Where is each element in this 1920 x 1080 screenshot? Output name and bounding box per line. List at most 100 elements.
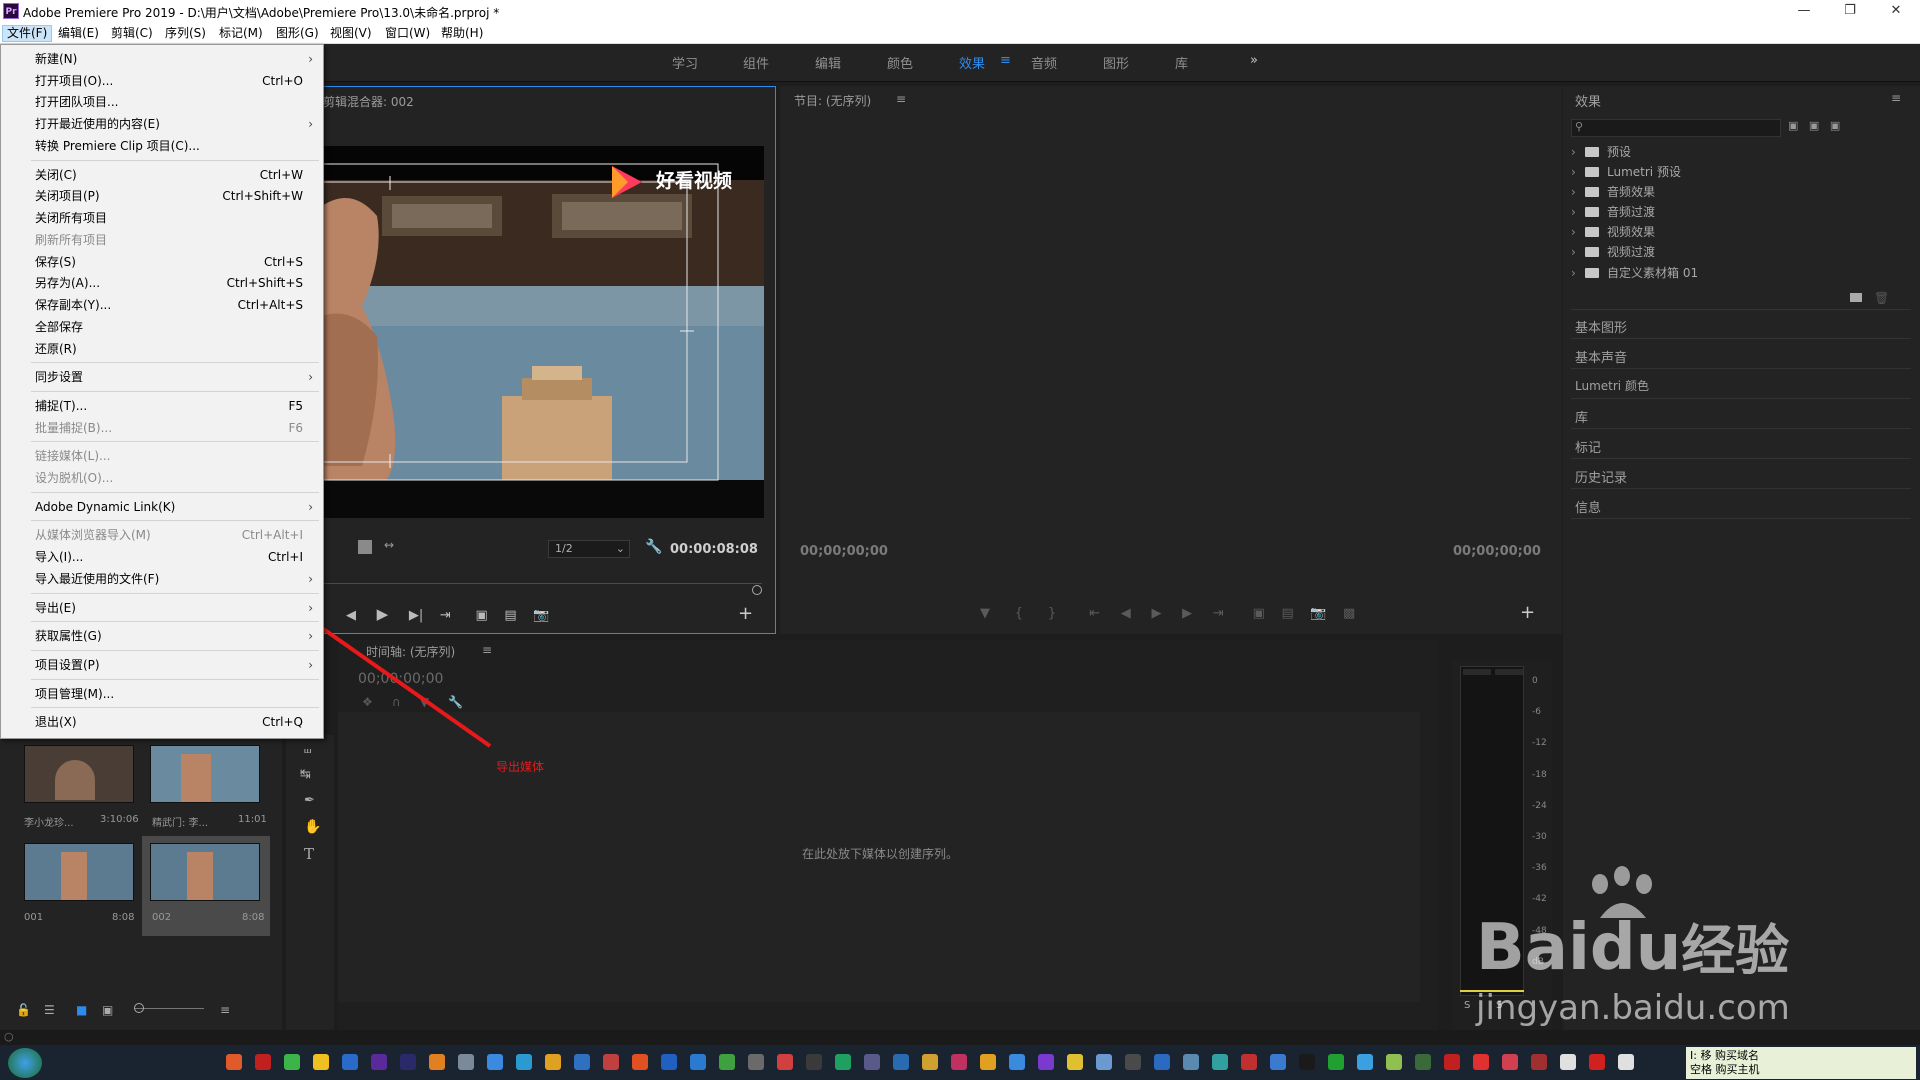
project-clip-thumbnail[interactable]: [150, 843, 260, 901]
taskbar-app-icon[interactable]: [1560, 1054, 1576, 1070]
menu-window[interactable]: 窗口(W): [381, 25, 434, 42]
file-menu-item[interactable]: 导入(I)... Ctrl+I: [1, 546, 323, 568]
file-menu-item[interactable]: 导出(E) ›: [1, 597, 323, 619]
icon-view-icon[interactable]: ■: [76, 1003, 87, 1017]
taskbar-app-icon[interactable]: [1125, 1054, 1141, 1070]
workspace-editing[interactable]: 编辑: [815, 53, 841, 72]
taskbar-app-icon[interactable]: [545, 1054, 561, 1070]
extract-icon[interactable]: ▤: [1281, 606, 1293, 621]
pen-tool-icon[interactable]: ✒: [304, 793, 315, 808]
taskbar-app-icon[interactable]: [1154, 1054, 1170, 1070]
menu-help[interactable]: 帮助(H): [437, 25, 487, 42]
taskbar-app-icon[interactable]: [1531, 1054, 1547, 1070]
menu-sequence[interactable]: 序列(S): [161, 25, 210, 42]
file-menu-item[interactable]: 同步设置 ›: [1, 366, 323, 388]
comparison-view-icon[interactable]: ▩: [1343, 606, 1355, 621]
workspace-audio[interactable]: 音频: [1031, 53, 1057, 72]
effects-tree-item[interactable]: › 音频效果: [1571, 183, 1655, 200]
taskbar-app-icon[interactable]: [458, 1054, 474, 1070]
taskbar-app-icon[interactable]: [632, 1054, 648, 1070]
taskbar-app-icon[interactable]: [806, 1054, 822, 1070]
taskbar-app-icon[interactable]: [1328, 1054, 1344, 1070]
delete-icon[interactable]: 🗑: [1874, 291, 1889, 305]
taskbar-app-icon[interactable]: [429, 1054, 445, 1070]
file-menu-item[interactable]: 打开团队项目...: [1, 91, 323, 113]
panel-tab-essential-graphics[interactable]: 基本图形: [1575, 317, 1627, 336]
taskbar-app-icon[interactable]: [1270, 1054, 1286, 1070]
taskbar-app-icon[interactable]: [1357, 1054, 1373, 1070]
project-clip-thumbnail[interactable]: [24, 843, 134, 901]
effects-tree-item[interactable]: › 自定义素材箱 01: [1571, 264, 1698, 281]
file-menu-item[interactable]: 还原(R): [1, 338, 323, 360]
file-menu-item[interactable]: 新建(N) ›: [1, 48, 323, 70]
file-menu-item[interactable]: 关闭(C) Ctrl+W: [1, 164, 323, 186]
taskbar-app-icon[interactable]: [284, 1054, 300, 1070]
play-icon[interactable]: ▶: [1151, 606, 1161, 621]
panel-tab-info[interactable]: 信息: [1575, 497, 1601, 516]
taskbar-app-icon[interactable]: [516, 1054, 532, 1070]
start-button-icon[interactable]: [8, 1048, 42, 1078]
taskbar-app-icon[interactable]: [1067, 1054, 1083, 1070]
32bit-effects-icon[interactable]: ▣: [1809, 119, 1819, 132]
taskbar-app-icon[interactable]: [777, 1054, 793, 1070]
file-menu-item[interactable]: 项目管理(M)...: [1, 683, 323, 705]
panel-tab-history[interactable]: 历史记录: [1575, 467, 1627, 486]
menu-file[interactable]: 文件(F): [2, 25, 53, 42]
taskbar-app-icon[interactable]: [1386, 1054, 1402, 1070]
file-menu-item[interactable]: 转换 Premiere Clip 项目(C)...: [1, 135, 323, 157]
workspace-color[interactable]: 颜色: [887, 53, 913, 72]
panel-tab-essential-sound[interactable]: 基本声音: [1575, 347, 1627, 366]
file-menu-item[interactable]: 退出(X) Ctrl+Q: [1, 711, 323, 733]
project-clip-thumbnail[interactable]: [24, 745, 134, 803]
close-button[interactable]: ✕: [1876, 1, 1916, 21]
export-frame-icon[interactable]: 📷: [1310, 606, 1326, 621]
marker-icon[interactable]: ▼: [980, 606, 990, 621]
file-menu-item[interactable]: 打开项目(O)... Ctrl+O: [1, 70, 323, 92]
step-back-icon[interactable]: ◀: [1121, 606, 1131, 621]
zoom-slider-handle[interactable]: [134, 1003, 144, 1013]
file-menu-item[interactable]: 保存副本(Y)... Ctrl+Alt+S: [1, 294, 323, 316]
menu-view[interactable]: 视图(V): [326, 25, 376, 42]
sort-icon[interactable]: ≡: [220, 1003, 230, 1017]
workspace-libraries[interactable]: 库: [1175, 53, 1188, 72]
file-menu-item[interactable]: 关闭所有项目: [1, 207, 323, 229]
taskbar-app-icon[interactable]: [1299, 1054, 1315, 1070]
taskbar-app-icon[interactable]: [1212, 1054, 1228, 1070]
panel-tab-lumetri-color[interactable]: Lumetri 颜色: [1575, 377, 1649, 394]
lock-icon[interactable]: 🔓: [16, 1003, 31, 1017]
panel-menu-icon[interactable]: ≡: [896, 92, 906, 106]
workspace-menu-icon[interactable]: ≡: [1000, 53, 1011, 68]
resolution-select[interactable]: 1/2 ⌄: [548, 540, 630, 558]
file-menu-item[interactable]: 关闭项目(P) Ctrl+Shift+W: [1, 185, 323, 207]
taskbar-app-icon[interactable]: [603, 1054, 619, 1070]
file-menu-item[interactable]: 导入最近使用的文件(F) ›: [1, 568, 323, 590]
taskbar-app-icon[interactable]: [313, 1054, 329, 1070]
effects-tree-item[interactable]: › 视频效果: [1571, 223, 1655, 240]
accelerated-effects-icon[interactable]: ▣: [1788, 119, 1798, 132]
taskbar-app-icon[interactable]: [661, 1054, 677, 1070]
list-view-icon[interactable]: ☰: [44, 1003, 55, 1017]
taskbar-app-icon[interactable]: [487, 1054, 503, 1070]
taskbar-app-icon[interactable]: [864, 1054, 880, 1070]
file-menu-item[interactable]: 全部保存: [1, 316, 323, 338]
lift-icon[interactable]: ▣: [1253, 606, 1265, 621]
file-menu-item[interactable]: Adobe Dynamic Link(K) ›: [1, 496, 323, 518]
overwrite-icon[interactable]: ▤: [504, 608, 516, 623]
effects-tree-item[interactable]: › 预设: [1571, 143, 1631, 160]
yuv-effects-icon[interactable]: ▣: [1830, 119, 1840, 132]
panel-tab-markers[interactable]: 标记: [1575, 437, 1601, 456]
go-to-out-icon[interactable]: ⇥: [1213, 606, 1224, 621]
mark-out-icon[interactable]: }: [1048, 606, 1056, 621]
more-workspaces-icon[interactable]: »: [1250, 53, 1258, 68]
freeform-view-icon[interactable]: ▣: [102, 1003, 113, 1017]
file-menu-item[interactable]: 保存(S) Ctrl+S: [1, 251, 323, 273]
menu-marker[interactable]: 标记(M): [215, 25, 267, 42]
minimize-button[interactable]: —: [1784, 1, 1824, 21]
add-button-icon[interactable]: +: [1520, 602, 1535, 623]
taskbar-app-icon[interactable]: [1618, 1054, 1634, 1070]
workspace-graphics[interactable]: 图形: [1103, 53, 1129, 72]
restore-button[interactable]: ❐: [1830, 1, 1870, 21]
effects-search-input[interactable]: ⚲: [1571, 119, 1781, 137]
go-to-in-icon[interactable]: ⇤: [1089, 606, 1100, 621]
panel-tab-libraries[interactable]: 库: [1575, 407, 1588, 426]
